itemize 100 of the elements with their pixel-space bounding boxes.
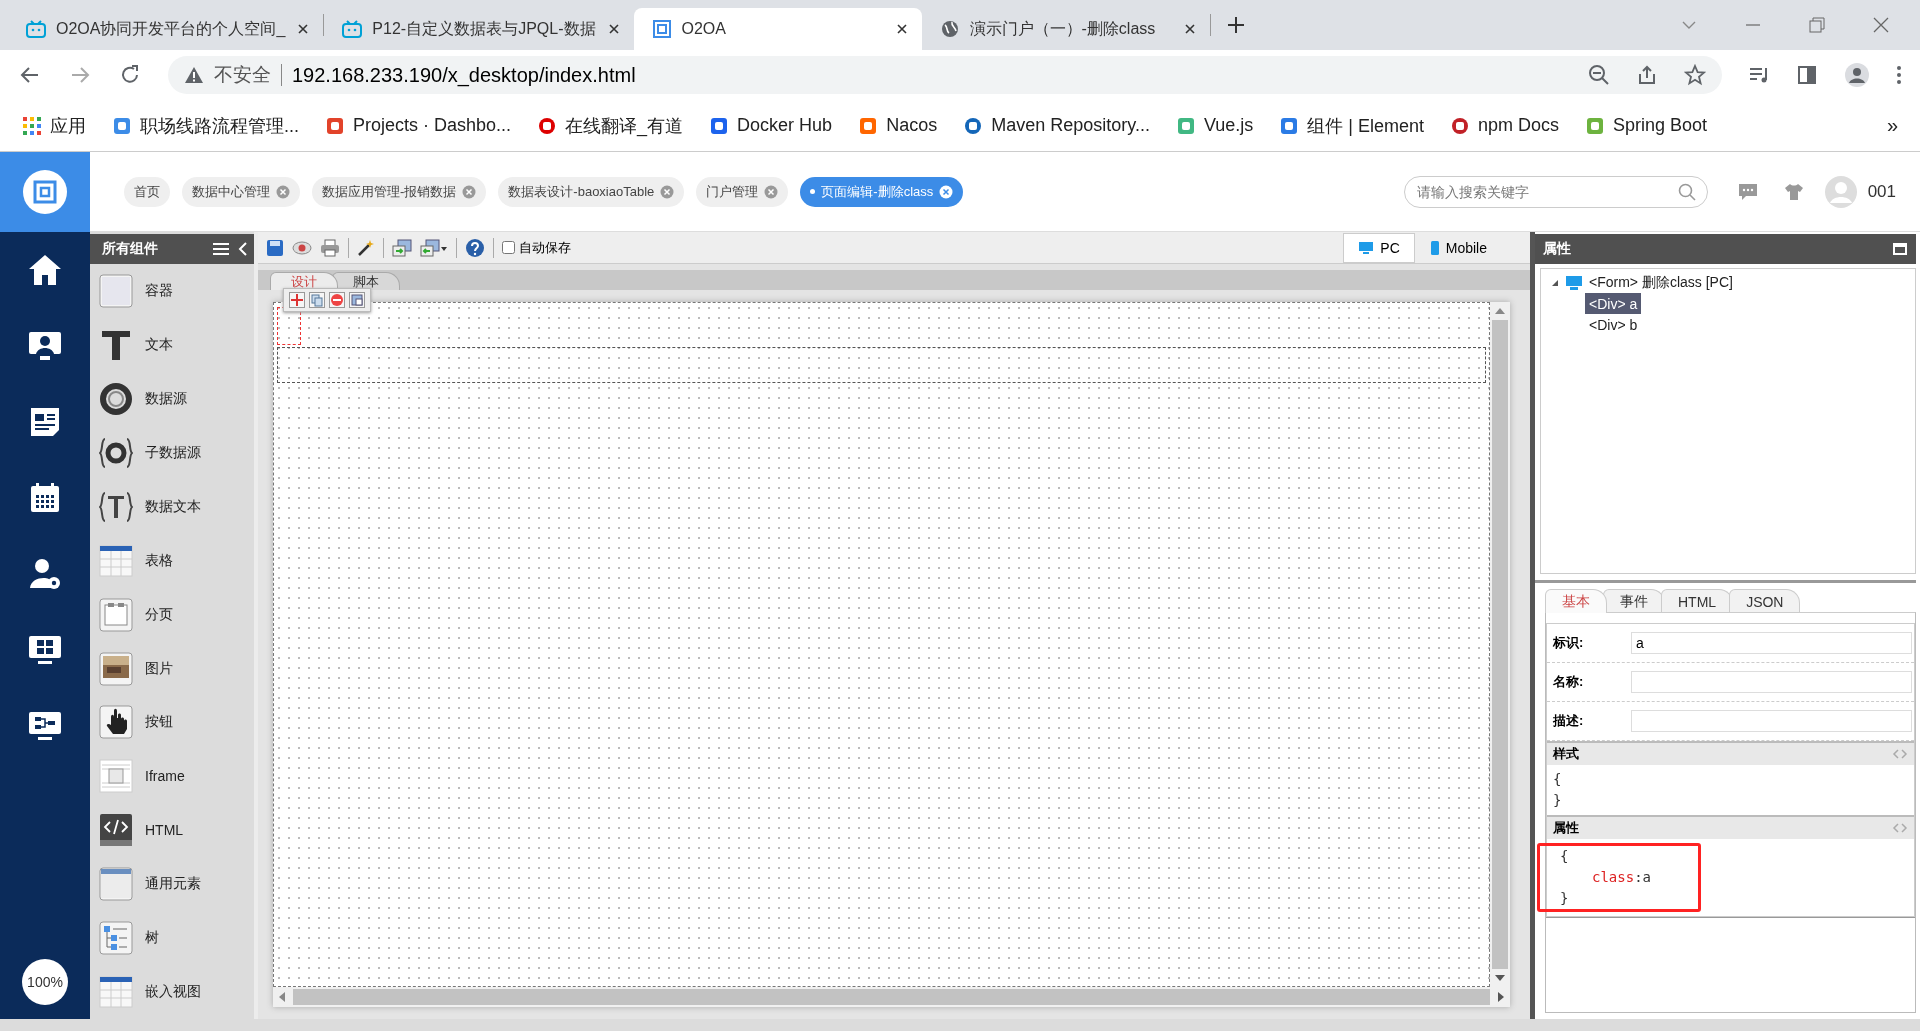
tv-icon: [342, 20, 363, 38]
monitor-grid-icon[interactable]: [28, 634, 62, 666]
tree-node[interactable]: <Form> 删除class [PC]: [1589, 274, 1733, 292]
tree-node[interactable]: <Div> b: [1585, 314, 1642, 335]
ring-icon: [99, 381, 133, 416]
bookmark[interactable]: 在线翻译_有道: [537, 113, 684, 138]
component-item[interactable]: 分页: [90, 587, 254, 642]
share-icon[interactable]: [1636, 64, 1658, 86]
autosave-checkbox[interactable]: [502, 241, 515, 254]
bookmark[interactable]: Spring Boot: [1585, 115, 1708, 136]
component-item[interactable]: 数据文本: [90, 479, 254, 534]
print-icon[interactable]: [320, 238, 340, 257]
address-bar[interactable]: 不安全 192.168.233.190/x_desktop/index.html: [168, 56, 1722, 94]
component-item[interactable]: 按钮: [90, 695, 254, 750]
component-item[interactable]: 图片: [90, 641, 254, 696]
import-icon[interactable]: [392, 238, 412, 257]
user-settings-icon[interactable]: [29, 558, 61, 590]
help-icon[interactable]: [465, 237, 485, 258]
editor-tab[interactable]: 设计: [270, 272, 338, 290]
div-outline[interactable]: [277, 347, 1486, 383]
site-icon: [1175, 115, 1196, 136]
bookmark[interactable]: 应用: [22, 113, 86, 138]
page-tab[interactable]: 首页: [124, 176, 170, 207]
tree-node[interactable]: <Div> a: [1585, 293, 1642, 314]
collapse-icon[interactable]: [238, 242, 248, 256]
device-toggle[interactable]: PC: [1343, 232, 1415, 263]
text-field[interactable]: [1631, 710, 1912, 732]
tab-label[interactable]: 数据表设计-baoxiaoTable: [508, 182, 655, 201]
bookmark[interactable]: Projects · Dashbo...: [325, 115, 512, 136]
newspaper-icon[interactable]: [29, 406, 61, 438]
calendar-icon[interactable]: [29, 482, 61, 514]
preview-icon[interactable]: [292, 239, 312, 256]
warning-icon: [184, 66, 204, 84]
copy-icon[interactable]: [309, 292, 325, 308]
profile-icon[interactable]: [1844, 62, 1870, 88]
code-toggle-icon[interactable]: [1892, 823, 1908, 833]
chat-icon[interactable]: [1737, 182, 1758, 201]
checkbox-label[interactable]: 自动保存: [519, 238, 571, 257]
tab-label[interactable]: 门户管理: [706, 182, 759, 201]
home-icon[interactable]: [28, 254, 62, 286]
search-icon[interactable]: [1677, 182, 1696, 201]
bookmark[interactable]: 职场线路流程管理...: [112, 113, 299, 138]
search-field[interactable]: 请输入搜索关键字: [1403, 175, 1708, 208]
expanded-icon[interactable]: [1551, 279, 1559, 287]
layout-icon[interactable]: [349, 292, 365, 308]
device-toggle[interactable]: Mobile: [1414, 232, 1502, 263]
bookmark[interactable]: Vue.js: [1175, 115, 1254, 136]
horizontal-scrollbar[interactable]: [273, 987, 1510, 1007]
browser-tab[interactable]: P12-自定义数据表与JPQL-数据: [324, 8, 634, 50]
star-icon[interactable]: [1684, 64, 1706, 86]
save-icon[interactable]: [266, 238, 284, 257]
sidebar-icon[interactable]: [1796, 64, 1818, 86]
div-outline[interactable]: [277, 307, 301, 345]
bookmark[interactable]: 组件 | Element: [1279, 113, 1424, 138]
wand-icon[interactable]: [357, 238, 375, 257]
property-tab[interactable]: 基本: [1545, 589, 1607, 613]
page-tab[interactable]: 门户管理: [696, 176, 789, 207]
page-tab[interactable]: 数据中心管理: [182, 176, 300, 207]
more-bookmarks[interactable]: »: [1886, 114, 1898, 137]
logo-icon[interactable]: [22, 168, 68, 215]
component-item[interactable]: 子数据源: [90, 425, 254, 480]
bookmark[interactable]: Maven Repository...: [963, 115, 1150, 136]
component-item[interactable]: 表格: [90, 533, 254, 588]
restore-icon[interactable]: [1808, 16, 1826, 34]
zoom-out-icon[interactable]: [1588, 64, 1610, 86]
monitor-person-icon[interactable]: [28, 330, 62, 362]
browser-tab[interactable]: O2OA: [633, 8, 922, 50]
move-icon[interactable]: [289, 292, 305, 308]
tab-label[interactable]: 首页: [134, 182, 160, 201]
editor-tab[interactable]: 脚本: [332, 272, 400, 290]
browser-tab[interactable]: 演示门户（一）-删除class: [921, 8, 1210, 50]
tab-label[interactable]: 数据中心管理: [192, 182, 270, 201]
component-item[interactable]: HTML: [90, 803, 254, 858]
vertical-scrollbar[interactable]: [1490, 302, 1510, 987]
component-item[interactable]: 通用元素: [90, 857, 254, 912]
maximize-icon[interactable]: [1892, 242, 1908, 256]
property-tab[interactable]: JSON: [1729, 589, 1801, 613]
text-field[interactable]: a: [1631, 632, 1912, 654]
component-item[interactable]: 数据源: [90, 371, 254, 426]
zoom-level[interactable]: 100%: [22, 959, 68, 1005]
page-tab[interactable]: 数据表设计-baoxiaoTable: [498, 176, 685, 207]
bookmark[interactable]: npm Docs: [1450, 115, 1559, 136]
page-tab[interactable]: 数据应用管理-报销数据: [312, 176, 487, 207]
export-icon[interactable]: [420, 238, 448, 257]
browser-tab[interactable]: O2OA协同开发平台的个人空间_: [8, 8, 324, 50]
bookmark[interactable]: Docker Hub: [709, 115, 833, 136]
component-item[interactable]: 文本: [90, 317, 254, 372]
shirt-icon[interactable]: [1783, 182, 1804, 201]
delete-icon[interactable]: [329, 292, 345, 308]
tab-label[interactable]: 数据应用管理-报销数据: [322, 182, 457, 201]
menu-icon[interactable]: [212, 242, 230, 256]
bookmark[interactable]: Nacos: [858, 115, 938, 136]
component-item[interactable]: 容器: [90, 263, 254, 318]
text-field[interactable]: [1631, 671, 1912, 693]
monitor-flow-icon[interactable]: [28, 710, 62, 742]
code-toggle-icon[interactable]: [1892, 749, 1908, 759]
component-item[interactable]: Iframe: [90, 749, 254, 804]
component-item[interactable]: 树: [90, 911, 254, 966]
component-item[interactable]: 嵌入视图: [90, 965, 254, 1019]
menu-icon[interactable]: [1896, 64, 1902, 86]
